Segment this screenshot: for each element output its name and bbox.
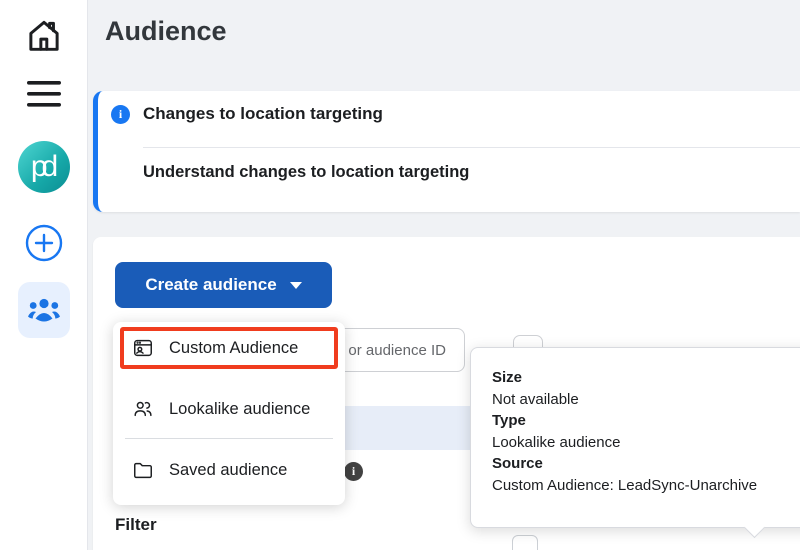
table-info-icon[interactable]: i [344,462,363,481]
sidebar: pd [0,0,88,550]
create-audience-button[interactable]: Create audience [115,262,332,308]
filter-section-title: Filter [115,515,157,534]
create-audience-dropdown: Custom Audience Lookalike audience Saved… [113,322,345,505]
menu-item-saved-audience[interactable]: Saved audience [113,449,345,491]
sidebar-item-audiences[interactable] [0,280,88,340]
tooltip-value-source: Custom Audience: LeadSync-Unarchive [492,476,758,494]
location-targeting-banner: i Changes to location targeting Understa… [93,91,800,212]
menu-item-lookalike-audience[interactable]: Lookalike audience [113,388,345,430]
tooltip-value-type: Lookalike audience [492,433,621,451]
info-icon: i [111,104,130,124]
menu-item-label: Lookalike audience [169,399,311,418]
banner-divider [143,147,800,148]
tooltip-label-size: Size [492,369,523,386]
main-content: Audience i Changes to location targeting… [88,0,800,550]
page-title: Audience [105,16,227,46]
banner-link[interactable]: Understand changes to location targeting [143,163,469,182]
custom-audience-icon [132,337,154,359]
banner-title: Changes to location targeting [143,104,383,123]
sidebar-item-home[interactable] [0,12,88,60]
tooltip-label-source: Source [492,455,543,472]
saved-audience-icon [132,459,154,481]
sidebar-item-app-logo[interactable]: pd [0,138,88,196]
audiences-page: { "colors": { "accent_blue": "#1877F2", … [0,0,800,550]
plus-circle-icon [24,223,64,263]
menu-divider [125,438,333,439]
pd-logo-text: pd [30,150,58,183]
sidebar-item-create[interactable] [0,220,88,266]
home-icon [23,15,65,57]
tooltip-value-size: Not available [492,390,579,408]
chevron-down-icon [289,281,302,289]
create-audience-label: Create audience [145,275,277,294]
sidebar-active-highlight [18,282,70,338]
pd-logo-icon: pd [18,141,70,193]
audience-details-tooltip: Size Not available Type Lookalike audien… [470,347,800,539]
lookalike-audience-icon [132,398,154,420]
sidebar-item-menu[interactable] [0,74,88,114]
menu-icon [26,78,62,110]
row-checkbox[interactable] [512,535,538,550]
audiences-icon [27,295,61,325]
menu-item-label: Custom Audience [169,338,299,357]
tooltip-label-type: Type [492,412,526,429]
menu-item-label: Saved audience [169,460,288,479]
menu-item-custom-audience[interactable]: Custom Audience [113,327,345,369]
banner-header-row: i Changes to location targeting [111,104,383,124]
